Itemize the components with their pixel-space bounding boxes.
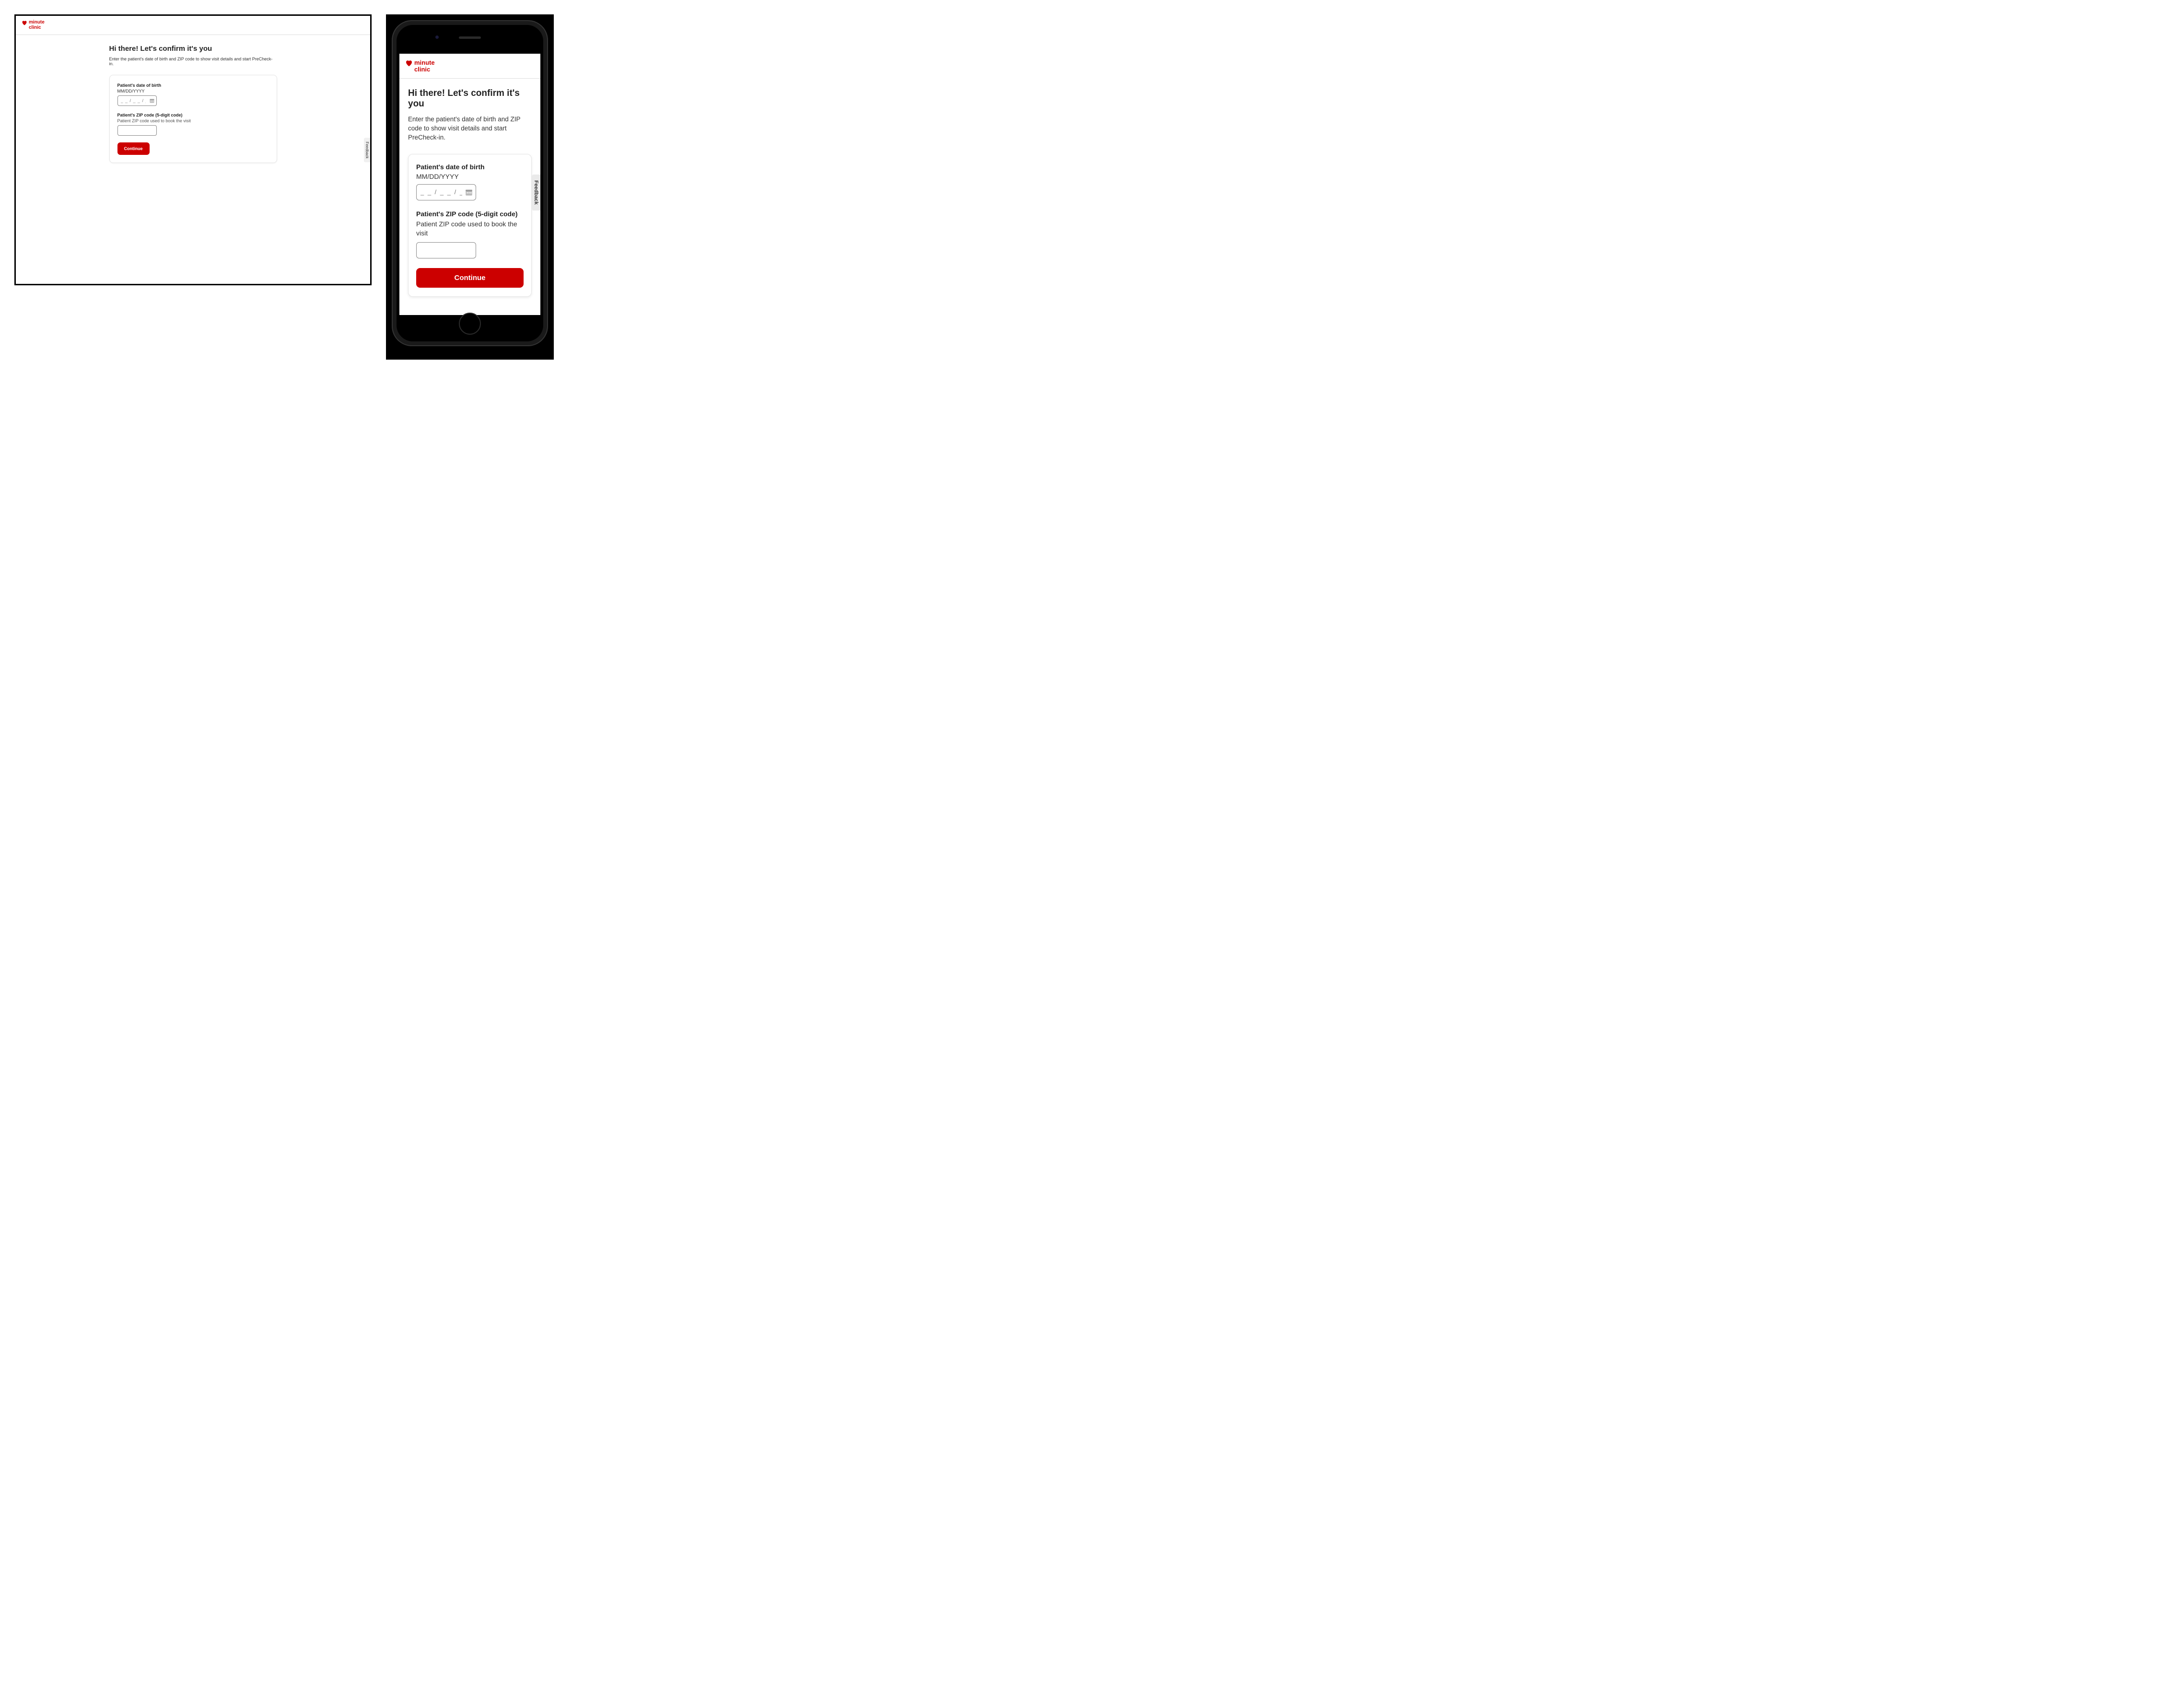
zip-label: Patient's ZIP code (5-digit code) xyxy=(416,210,524,218)
dob-label: Patient's date of birth xyxy=(117,83,269,88)
confirm-form-card: Patient's date of birth MM/DD/YYYY Patie… xyxy=(109,75,277,163)
brand-line2: clinic xyxy=(29,25,45,31)
page-subheading: Enter the patient's date of birth and ZI… xyxy=(408,115,532,142)
desktop-viewport: minute clinic Hi there! Let's confirm it… xyxy=(14,14,372,285)
feedback-tab[interactable]: Feedback xyxy=(532,175,540,210)
heart-icon xyxy=(405,59,413,68)
zip-input[interactable] xyxy=(416,242,476,258)
brand-line1: minute xyxy=(414,59,435,66)
dob-label: Patient's date of birth xyxy=(416,163,524,171)
home-button[interactable] xyxy=(459,313,481,335)
phone-speaker xyxy=(459,36,481,39)
calendar-icon[interactable] xyxy=(149,98,155,104)
dob-format: MM/DD/YYYY xyxy=(117,89,269,94)
page-subheading: Enter the patient's date of birth and ZI… xyxy=(109,57,277,66)
phone-camera xyxy=(435,35,439,39)
dob-format: MM/DD/YYYY xyxy=(416,173,524,180)
zip-help: Patient ZIP code used to book the visit xyxy=(416,220,524,238)
brand-logo: minute clinic xyxy=(22,20,45,30)
brand-line1: minute xyxy=(29,20,45,25)
mobile-header: minute clinic xyxy=(399,54,540,79)
heart-icon xyxy=(22,20,27,27)
desktop-header: minute clinic xyxy=(16,16,370,35)
mobile-viewport: minute clinic Hi there! Let's confirm it… xyxy=(399,54,540,315)
brand-logo: minute clinic xyxy=(405,59,435,72)
zip-help: Patient ZIP code used to book the visit xyxy=(117,118,269,123)
brand-line2: clinic xyxy=(414,66,435,73)
page-heading: Hi there! Let's confirm it's you xyxy=(109,45,277,53)
zip-label: Patient's ZIP code (5-digit code) xyxy=(117,113,269,117)
confirm-form-card: Patient's date of birth MM/DD/YYYY Patie… xyxy=(408,154,532,297)
page-heading: Hi there! Let's confirm it's you xyxy=(408,88,532,109)
continue-button[interactable]: Continue xyxy=(416,268,524,288)
phone-body: minute clinic Hi there! Let's confirm it… xyxy=(392,20,548,346)
mobile-device-wrap: minute clinic Hi there! Let's confirm it… xyxy=(386,14,554,360)
zip-input[interactable] xyxy=(117,125,157,136)
calendar-icon[interactable] xyxy=(465,188,473,197)
feedback-tab[interactable]: Feedback xyxy=(364,138,370,162)
continue-button[interactable]: Continue xyxy=(117,142,150,155)
